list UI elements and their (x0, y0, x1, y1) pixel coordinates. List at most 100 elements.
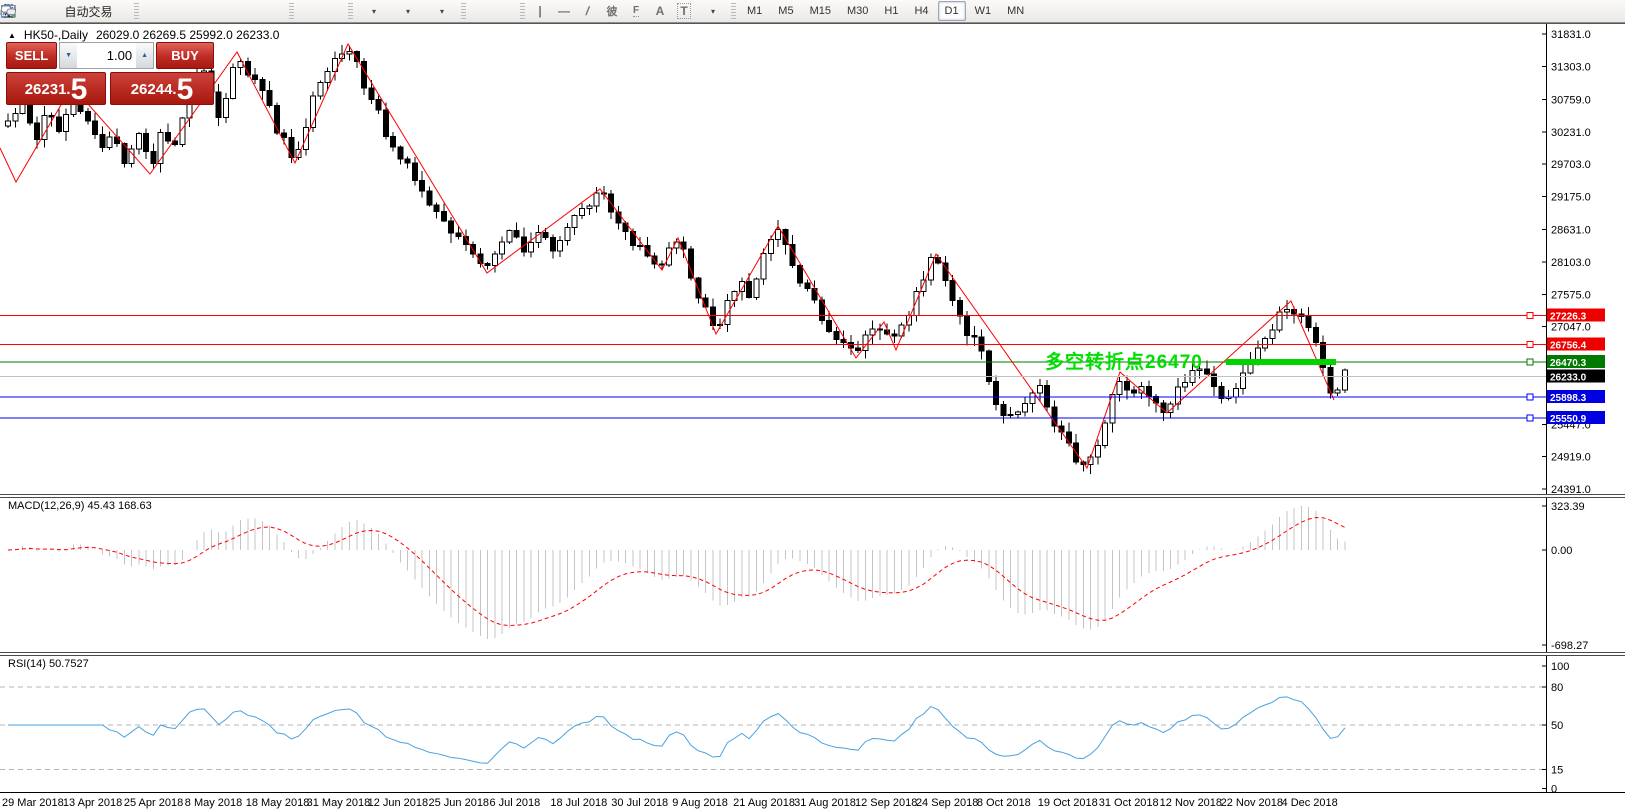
volume-input[interactable] (77, 43, 136, 68)
text-icon: A (656, 4, 665, 18)
tab-timeframe-mn[interactable]: MN (1000, 1, 1031, 21)
candle (398, 147, 403, 159)
candle (761, 253, 766, 278)
buy-price-pip: 5 (177, 77, 194, 103)
arrows-button[interactable]: ▾ (697, 1, 727, 21)
candle (1277, 312, 1282, 330)
macd-pane[interactable]: 323.390.00-698.27 (0, 498, 1625, 652)
chart-shift-button[interactable] (322, 1, 344, 21)
tab-timeframe-m5[interactable]: M5 (771, 1, 800, 21)
level-handle[interactable] (1527, 415, 1533, 421)
sell-button[interactable]: SELL (6, 42, 57, 69)
zoom-in-button[interactable] (215, 1, 237, 21)
chart-collapse-icon[interactable]: ▲ (8, 31, 16, 40)
candle (928, 257, 933, 280)
date-axis-label: 31 Aug 2018 (794, 797, 856, 809)
candle (1117, 381, 1122, 394)
new-order-icon[interactable] (20, 1, 42, 21)
toolbar-grip (731, 3, 736, 19)
pivot-highlight-bar[interactable] (1226, 359, 1336, 365)
candle (107, 137, 112, 147)
fibonacci-icon: 彼 (607, 3, 618, 19)
candle (1328, 368, 1333, 394)
candle (1306, 317, 1311, 328)
cursor-button[interactable] (470, 1, 492, 21)
candle (594, 193, 599, 206)
trendline-button[interactable]: / (577, 1, 599, 21)
candle (231, 68, 236, 99)
equidistant-channel-button[interactable]: F (625, 1, 647, 21)
candle (223, 98, 228, 117)
price-tick-label: 30759.0 (1551, 95, 1591, 107)
fibonacci-button[interactable]: 彼 (601, 1, 623, 21)
candle (434, 205, 439, 211)
indicators-button[interactable]: ▾ (425, 1, 457, 21)
candle (35, 123, 40, 139)
candle (827, 321, 832, 332)
candle (1204, 369, 1209, 374)
sell-price[interactable]: 26231.5 (6, 72, 106, 105)
tab-timeframe-m30[interactable]: M30 (840, 1, 875, 21)
candle (1001, 404, 1006, 415)
tile-windows-button[interactable] (263, 1, 285, 21)
crosshair-button[interactable] (494, 1, 516, 21)
level-handle[interactable] (1527, 341, 1533, 347)
tab-timeframe-m1[interactable]: M1 (740, 1, 769, 21)
profiles-button[interactable]: ▾ (391, 1, 423, 21)
candle (689, 249, 694, 278)
date-axis-label: 13 Apr 2018 (63, 797, 122, 809)
chevron-up-icon: ▲ (141, 52, 148, 59)
level-handle[interactable] (1527, 394, 1533, 400)
main-chart[interactable]: 31831.031303.030759.030231.029703.029175… (0, 24, 1625, 494)
date-axis-label: 21 Aug 2018 (733, 797, 795, 809)
zoom-out-button[interactable] (239, 1, 261, 21)
tab-timeframe-m15[interactable]: M15 (803, 1, 838, 21)
candlestick-chart-button[interactable] (167, 1, 189, 21)
candle (136, 133, 141, 149)
price-tick-label: 30231.0 (1551, 127, 1591, 139)
search-button[interactable] (1573, 1, 1595, 21)
level-handle[interactable] (1527, 359, 1533, 365)
pivot-annotation-text[interactable]: 多空转折点26470 (1045, 347, 1203, 374)
text-label-icon: T (677, 3, 690, 19)
toolbar-grip (134, 3, 139, 19)
auto-scroll-button[interactable] (298, 1, 320, 21)
chat-button[interactable] (1597, 1, 1619, 21)
new-chart-button[interactable]: ▾ (357, 1, 389, 21)
text-label-button[interactable]: T (673, 1, 695, 21)
candle (965, 316, 970, 336)
candle (1263, 339, 1268, 348)
chevron-down-icon: ▾ (372, 7, 376, 16)
candle (580, 209, 585, 216)
buy-button[interactable]: BUY (156, 42, 214, 69)
tab-timeframe-h1[interactable]: H1 (877, 1, 905, 21)
buy-price[interactable]: 26244.5 (110, 72, 214, 105)
timeframe-group: M1M5M15M30H1H4D1W1MN (739, 1, 1032, 21)
candle (725, 301, 730, 325)
candle (100, 135, 105, 148)
autotrade-button[interactable]: 自动交易 (44, 1, 130, 21)
candle (892, 334, 897, 336)
volume-increase-button[interactable]: ▲ (136, 43, 153, 68)
tab-timeframe-d1[interactable]: D1 (938, 1, 966, 21)
rsi-pane[interactable]: 1008050150 (0, 656, 1625, 793)
candle (514, 231, 519, 237)
candle (412, 163, 417, 180)
text-button[interactable]: A (649, 1, 671, 21)
vertical-line-button[interactable]: | (529, 1, 551, 21)
candle (899, 325, 904, 336)
horizontal-line-button[interactable]: — (553, 1, 575, 21)
time-axis[interactable]: 29 Mar 201813 Apr 201825 Apr 20188 May 2… (0, 794, 1625, 812)
candle (747, 281, 752, 297)
candle (427, 191, 432, 205)
line-chart-button[interactable] (191, 1, 213, 21)
volume-decrease-button[interactable]: ▼ (60, 43, 77, 68)
candle (994, 382, 999, 405)
candle (805, 283, 810, 288)
tab-timeframe-h4[interactable]: H4 (907, 1, 935, 21)
candle (1233, 388, 1238, 396)
level-handle[interactable] (1527, 313, 1533, 319)
bar-chart-button[interactable] (143, 1, 165, 21)
tab-timeframe-w1[interactable]: W1 (968, 1, 999, 21)
time-axis-line (0, 792, 1625, 793)
